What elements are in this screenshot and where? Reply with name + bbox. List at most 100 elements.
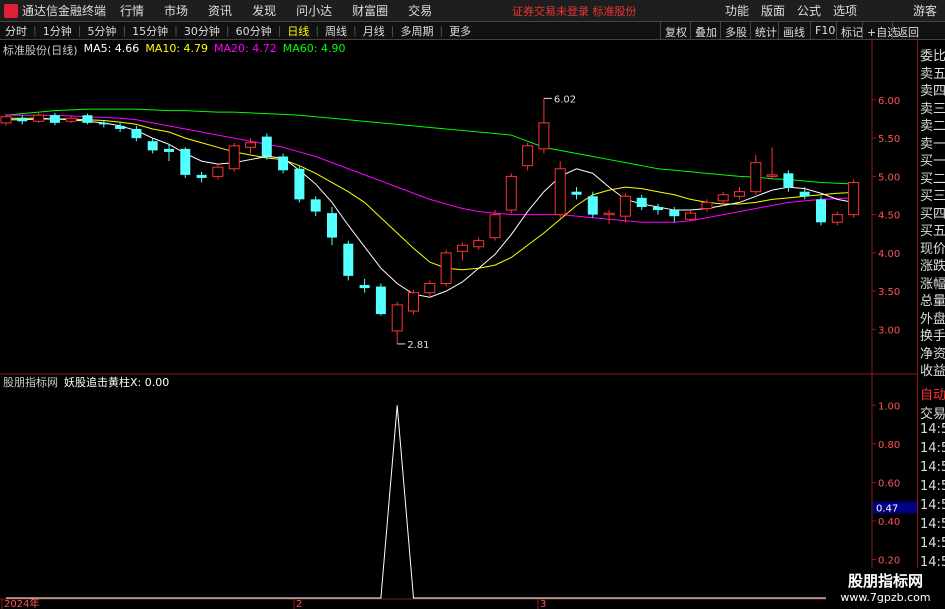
ma5-line — [6, 118, 854, 298]
period-toolbar: 分时 | 1分钟 | 5分钟 | 15分钟 | 30分钟 | 60分钟 | 日线 | 周线 | 月线 | 多周期 | 更… — [0, 22, 945, 40]
side-panel-item[interactable]: 卖五 — [920, 63, 945, 82]
menu-options[interactable]: 选项 — [833, 2, 857, 19]
side-panel-item[interactable]: 买五 — [920, 220, 945, 239]
main-legend: 标准股份(日线) MA5: 4.66 MA10: 4.79 MA20: 4.72… — [3, 42, 345, 58]
side-panel-item[interactable]: 卖一 — [920, 133, 945, 152]
cycle-tab[interactable]: 月线 — [358, 23, 390, 39]
toolbar-button[interactable]: 统计 — [750, 22, 781, 40]
side-panel-item[interactable]: 14:56 — [920, 479, 945, 494]
side-panel-item[interactable]: 14:56 — [920, 536, 945, 551]
side-panel-item[interactable]: 14:56 — [920, 498, 945, 513]
side-panel-item[interactable]: 14:56 — [920, 422, 945, 437]
side-panel-item[interactable]: 卖四 — [920, 80, 945, 99]
cycle-tab[interactable]: 60分钟 — [231, 23, 277, 39]
side-panel-item[interactable]: 总量 — [920, 290, 945, 309]
indicator-legend: 股朋指标网 妖股追击黄柱X: 0.00 — [3, 374, 169, 390]
menu-ask[interactable]: 问小达 — [296, 2, 332, 19]
menu-wealth[interactable]: 财富圈 — [352, 2, 388, 19]
side-panel-item[interactable]: 自动 — [920, 384, 945, 403]
indicator-tick-label: 1.00 — [878, 401, 900, 412]
candle-body — [440, 252, 452, 284]
side-panel-item[interactable]: 外盘 — [920, 308, 945, 327]
candle-body — [212, 166, 224, 177]
candle-body — [424, 283, 436, 294]
candle-body — [619, 195, 631, 217]
kline-chart[interactable]: 6.00 5.50 5.00 4.50 4.00 3.50 3.00 1.00 0.80 0.60… — [0, 40, 917, 609]
cycle-tab[interactable]: 5分钟 — [82, 23, 121, 39]
cycle-tab[interactable]: 日线 — [282, 23, 314, 39]
candle-body — [164, 148, 174, 152]
toolbar-button[interactable]: 返回 — [892, 22, 923, 40]
side-panel-item[interactable]: 14:56 — [920, 517, 945, 532]
side-panel-item[interactable]: 收益 — [920, 360, 945, 379]
price-tick-label: 3.00 — [878, 325, 900, 336]
menu-news[interactable]: 资讯 — [208, 2, 232, 19]
side-panel-item[interactable]: 买四 — [920, 203, 945, 222]
candle-body — [261, 136, 272, 157]
cycle-tab[interactable]: 15分钟 — [127, 23, 173, 39]
side-panel-item[interactable]: 买一 — [920, 150, 945, 169]
toolbar-button[interactable]: F10 — [810, 22, 839, 40]
indicator-tick-label: 0.40 — [878, 517, 900, 528]
watermark-title: 股朋指标网 — [847, 572, 923, 590]
candle-body — [522, 145, 534, 167]
candle-body — [98, 122, 109, 125]
toolbar-button[interactable]: 画线 — [778, 22, 809, 40]
toolbar-button[interactable]: 复权 — [660, 22, 691, 40]
indicator-tick-label: 0.60 — [878, 478, 900, 489]
indicator-source: 股朋指标网 — [3, 376, 58, 389]
menu-quotes[interactable]: 行情 — [120, 2, 144, 19]
side-panel-item[interactable]: 净资 — [920, 343, 945, 362]
watermark: 股朋指标网 www.7gpzb.com — [826, 568, 945, 609]
cycle-tab[interactable]: 多周期 — [395, 23, 438, 39]
side-panel-item[interactable]: 换手 — [920, 325, 945, 344]
price-tick-label: 5.50 — [878, 134, 900, 145]
candle-body — [701, 201, 713, 210]
cycle-tab[interactable]: 更多 — [444, 23, 476, 39]
side-panel-item[interactable]: 卖二 — [920, 115, 945, 134]
menu-trade[interactable]: 交易 — [408, 2, 432, 19]
menu-formula[interactable]: 公式 — [797, 2, 821, 19]
candle-body — [587, 196, 598, 215]
high-annotation: 6.02 — [554, 94, 576, 105]
side-panel-item[interactable]: 交易 — [920, 403, 945, 422]
side-panel-item[interactable]: 涨跌 — [920, 255, 945, 274]
candle-body — [816, 199, 826, 223]
toolbar-button[interactable]: 多股 — [720, 22, 751, 40]
toolbar-button[interactable]: 叠加 — [690, 22, 721, 40]
ma10-line — [6, 117, 854, 271]
login-warning[interactable]: 证券交易未登录 标准股份 — [512, 3, 637, 19]
candle-body — [505, 175, 517, 211]
price-tick-label: 4.50 — [878, 211, 900, 222]
cycle-tab[interactable]: 1分钟 — [38, 23, 77, 39]
menu-layout[interactable]: 版面 — [761, 2, 785, 19]
menu-discover[interactable]: 发现 — [252, 2, 276, 19]
candle-body — [359, 285, 370, 289]
candle-body — [180, 148, 191, 175]
side-panel-item[interactable]: 买三 — [920, 185, 945, 204]
ma10-label: MA10: 4.79 — [145, 42, 209, 55]
side-panel-item[interactable]: 卖三 — [920, 98, 945, 117]
watermark-url: www.7gpzb.com — [840, 591, 931, 604]
cycle-tab[interactable]: 30分钟 — [179, 23, 225, 39]
cycle-tab[interactable]: 分时 — [0, 23, 32, 39]
menu-function[interactable]: 功能 — [725, 2, 749, 19]
cycle-tab[interactable]: 周线 — [320, 23, 352, 39]
guest-label[interactable]: 游客 — [913, 2, 937, 19]
candle-body — [82, 115, 93, 123]
side-panel-item[interactable]: 委比 — [920, 45, 945, 64]
candle-body — [408, 292, 419, 312]
menu-market[interactable]: 市场 — [164, 2, 188, 19]
side-panel-item[interactable]: 现价 — [920, 238, 945, 257]
indicator-tick-label: 0.20 — [878, 555, 900, 566]
candle-body — [603, 212, 615, 216]
side-panel-item[interactable]: 14:56 — [920, 460, 945, 475]
side-panel-item[interactable]: 涨幅 — [920, 273, 945, 292]
candle-body — [734, 191, 745, 197]
title-bar: 通达信金融终端 行情 市场 资讯 发现 问小达 财富圈 交易 证券交易未登录 标… — [0, 0, 945, 22]
side-panel-item[interactable]: 14:56 — [920, 441, 945, 456]
candle-body — [848, 182, 860, 216]
side-panel-item[interactable]: 买二 — [920, 168, 945, 187]
candle-body — [245, 142, 256, 148]
candle-body — [294, 168, 305, 200]
